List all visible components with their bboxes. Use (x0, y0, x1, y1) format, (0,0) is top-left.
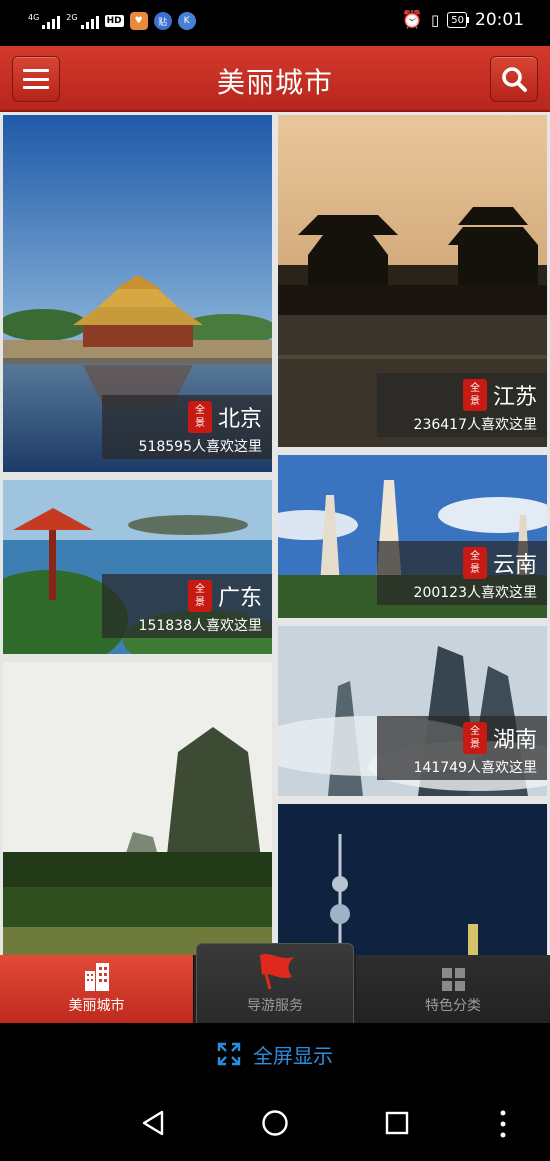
more-options-icon[interactable] (496, 1109, 510, 1139)
battery-icon: 50 (447, 12, 467, 28)
city-card-beijing[interactable]: 全景 北京 518595人喜欢这里 (3, 115, 272, 472)
city-name: 云南 (492, 553, 537, 578)
grid-icon (441, 968, 465, 991)
tab-label: 导游服务 (247, 998, 303, 1014)
city-card-jiangsu[interactable]: 全景 江苏 236417人喜欢这里 (278, 115, 547, 447)
city-caption: 全景 北京 518595人喜欢这里 (102, 395, 272, 459)
hd-badge: HD (104, 15, 124, 27)
karst-photo (3, 662, 272, 955)
city-name: 湖南 (492, 728, 537, 753)
app-header: 美丽城市 (0, 46, 550, 112)
tab-guide-service[interactable]: 导游服务 (196, 943, 354, 1023)
city-name: 北京 (217, 407, 262, 432)
tab-label: 特色分类 (425, 998, 481, 1014)
search-button[interactable] (490, 56, 538, 102)
likes-count: 141749人喜欢这里 (413, 760, 537, 776)
quanjing-seal-icon: 全景 (187, 401, 212, 433)
recents-icon[interactable] (384, 1109, 410, 1137)
likes-count: 151838人喜欢这里 (138, 618, 262, 634)
tab-label: 美丽城市 (68, 998, 125, 1014)
quanjing-seal-icon: 全景 (462, 722, 487, 754)
city-card-hunan[interactable]: 全景 湖南 141749人喜欢这里 (278, 626, 547, 796)
home-icon[interactable] (261, 1109, 289, 1137)
tab-special-categories[interactable]: 特色分类 (356, 955, 550, 1023)
city-grid: 全景 北京 518595人喜欢这里 全景 江苏 236417人喜欢这里 全 景 … (0, 112, 550, 955)
quanjing-seal-icon: 全景 (462, 379, 487, 411)
vibrate-icon: ▯ (431, 11, 440, 29)
fullscreen-button[interactable]: 全屏显示 (0, 1023, 550, 1085)
fullscreen-label: 全屏显示 (253, 1043, 333, 1068)
bottom-tab-bar: 美丽城市 导游服务 特色分类 (0, 943, 550, 1023)
city-card-guangdong[interactable]: 全景 广东 151838人喜欢这里 (3, 480, 272, 654)
tieba-app-icon: 贴 (153, 12, 172, 30)
tab-beautiful-cities[interactable]: 美丽城市 (0, 955, 194, 1023)
search-icon (502, 67, 527, 92)
city-name: 广东 (217, 586, 262, 611)
status-bar: 4G 2G HD ♥ 贴 K ⏰ ▯ 50 20:01 (0, 0, 550, 46)
clock: 20:01 (475, 10, 524, 30)
back-icon[interactable] (140, 1109, 166, 1137)
page-title: 美丽城市 (216, 66, 333, 99)
quanjing-seal-icon: 全景 (187, 580, 212, 612)
health-app-icon: ♥ (129, 12, 148, 30)
flag-icon (259, 954, 294, 990)
signal-4g-icon: 4G (28, 13, 61, 29)
likes-count: 236417人喜欢这里 (413, 417, 537, 433)
city-caption: 全景 湖南 141749人喜欢这里 (377, 716, 547, 780)
system-nav-bar (0, 1085, 550, 1161)
city-card-night[interactable] (278, 804, 547, 955)
k-app-icon: K (177, 12, 196, 30)
city-caption: 全景 广东 151838人喜欢这里 (102, 574, 272, 638)
building-icon (84, 963, 109, 991)
likes-count: 518595人喜欢这里 (138, 439, 262, 455)
likes-count: 200123人喜欢这里 (413, 585, 537, 601)
city-caption: 全景 江苏 236417人喜欢这里 (377, 373, 547, 437)
city-card-yunnan[interactable]: 全景 云南 200123人喜欢这里 (278, 455, 547, 618)
signal-2g-icon: 2G (66, 13, 99, 29)
quanjing-seal-icon: 全景 (462, 547, 487, 579)
city-caption: 全景 云南 200123人喜欢这里 (377, 541, 547, 605)
city-card-karst[interactable] (3, 662, 272, 955)
expand-icon (217, 1042, 241, 1066)
alarm-icon: ⏰ (401, 10, 423, 30)
night-city-photo (278, 804, 547, 955)
city-name: 江苏 (492, 385, 537, 410)
